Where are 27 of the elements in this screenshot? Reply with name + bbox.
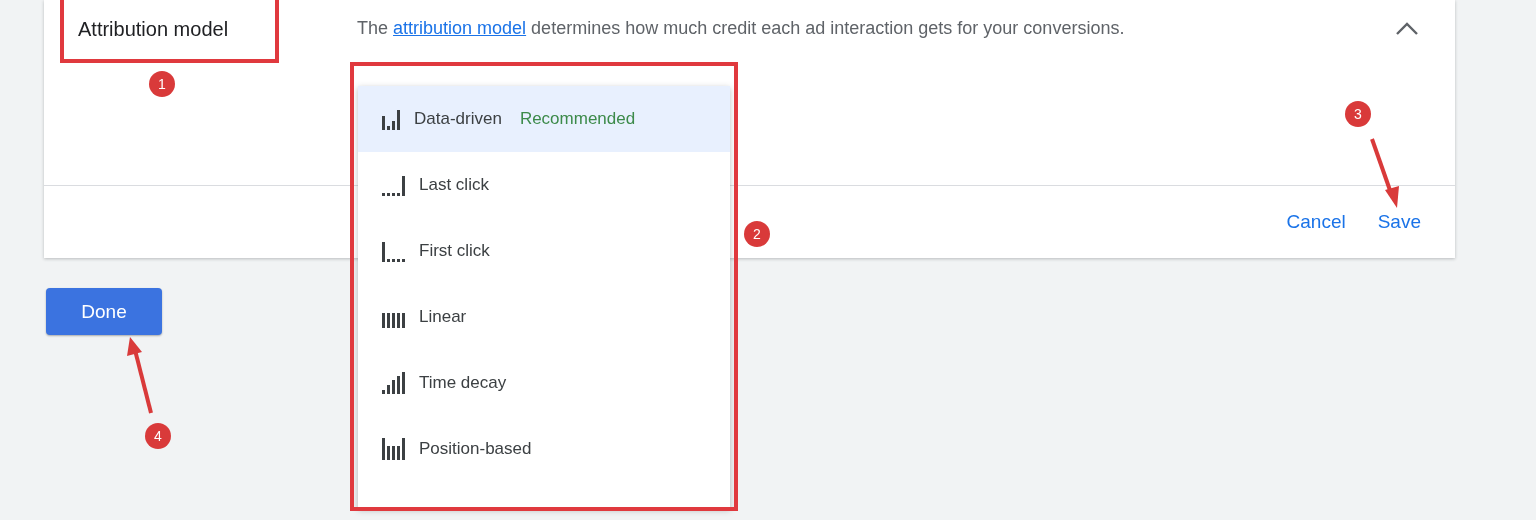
option-label: Position-based: [419, 439, 532, 459]
menu-option[interactable]: Data-driven Recommended: [358, 86, 730, 152]
option-label: Linear: [419, 307, 467, 327]
collapse-icon[interactable]: [1395, 22, 1419, 36]
option-label: Last click: [419, 175, 489, 195]
menu-option[interactable]: First click: [358, 218, 730, 284]
description-text: The attribution model determines how much credit each ad interaction gets for your conversions.: [357, 17, 1126, 39]
recommended-label: Recommended: [519, 109, 636, 129]
bar-chart-icon: [382, 438, 405, 460]
step-number: 4: [145, 423, 171, 449]
cancel-button[interactable]: Cancel: [1276, 205, 1356, 239]
menu-option[interactable]: Time decay: [358, 350, 730, 416]
option-label: Time decay: [419, 373, 507, 393]
save-button[interactable]: Save: [1367, 205, 1431, 239]
bar-chart-icon: [382, 240, 405, 262]
section-title: Attribution model: [77, 18, 230, 41]
bar-chart-icon: [382, 174, 405, 196]
menu-option[interactable]: Last click: [358, 152, 730, 218]
menu-option[interactable]: Linear: [358, 284, 730, 350]
option-label: First click: [419, 241, 490, 261]
arrow: [1370, 138, 1399, 208]
menu-option[interactable]: Position-based: [358, 416, 730, 482]
option-label: Data-driven: [414, 109, 502, 129]
attribution-model-link[interactable]: attribution model: [393, 18, 527, 38]
bar-chart-icon: [382, 108, 400, 130]
done-button[interactable]: Done: [46, 288, 162, 335]
bar-chart-icon: [382, 372, 405, 394]
